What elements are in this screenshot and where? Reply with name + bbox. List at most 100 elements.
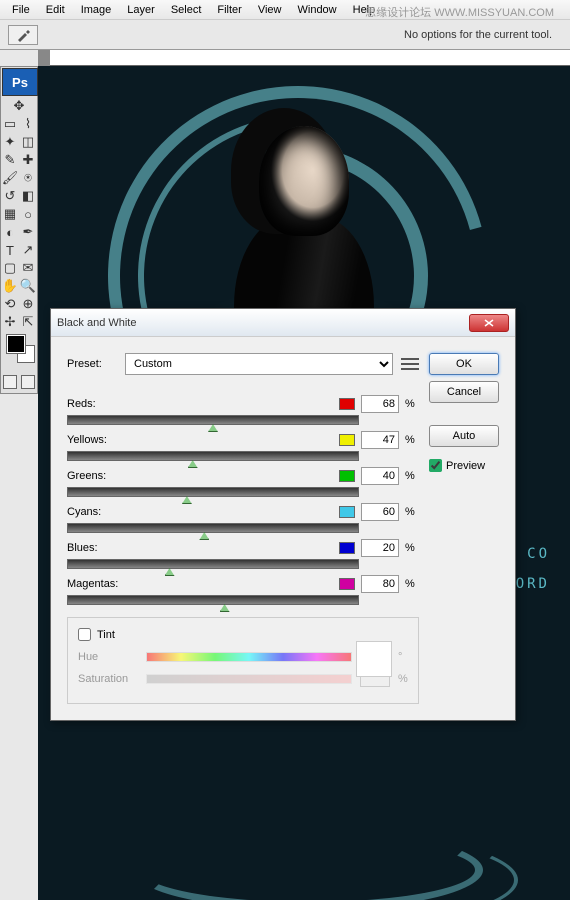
crop-tool[interactable]: ◫: [19, 133, 37, 151]
toolbox: Ps ✥ ▭⌇ ✦◫ ✎✚ 🖌⍟ ↺◧ ▦○ ◐✒ T↗ ▢✉ ✋🔍 ⟲⊕ ✢⇱: [0, 66, 38, 394]
color-swatch: [339, 398, 355, 410]
close-icon: [483, 318, 495, 328]
percent-label: %: [405, 470, 419, 482]
slider-value-input[interactable]: [361, 431, 399, 449]
slider-track[interactable]: [67, 487, 359, 497]
options-bar: No options for the current tool.: [0, 20, 570, 50]
saturation-label: Saturation: [78, 673, 138, 685]
slider-value-input[interactable]: [361, 467, 399, 485]
percent-label: %: [405, 434, 419, 446]
color-swatch: [339, 470, 355, 482]
preset-select[interactable]: Custom: [125, 353, 393, 375]
3d-orbit-tool[interactable]: ⊕: [19, 295, 37, 313]
slider-row-cyans: Cyans: %: [67, 503, 419, 533]
dodge-tool[interactable]: ◐: [1, 223, 19, 241]
tint-checkbox[interactable]: [78, 628, 91, 641]
percent-label: %: [405, 398, 419, 410]
ok-button[interactable]: OK: [429, 353, 499, 375]
pen-tool[interactable]: ✒: [19, 223, 37, 241]
history-tool[interactable]: ↺: [1, 187, 19, 205]
foreground-color[interactable]: [7, 335, 25, 353]
menu-window[interactable]: Window: [290, 2, 345, 18]
menu-filter[interactable]: Filter: [209, 2, 249, 18]
slider-track[interactable]: [67, 595, 359, 605]
slider-thumb[interactable]: [199, 532, 209, 540]
eraser-tool[interactable]: ◧: [19, 187, 37, 205]
zoom-tool[interactable]: 🔍: [19, 277, 37, 295]
slider-name: Blues:: [67, 542, 127, 554]
slider-value-input[interactable]: [361, 539, 399, 557]
wand-tool[interactable]: ✦: [1, 133, 19, 151]
ps-logo[interactable]: Ps: [2, 68, 38, 96]
menu-select[interactable]: Select: [163, 2, 210, 18]
slider-thumb[interactable]: [182, 496, 192, 504]
notes-tool[interactable]: ✉: [19, 259, 37, 277]
menu-file[interactable]: File: [4, 2, 38, 18]
slider-track[interactable]: [67, 559, 359, 569]
degree-symbol: °: [398, 651, 408, 663]
preset-menu-icon[interactable]: [401, 357, 419, 371]
menu-layer[interactable]: Layer: [119, 2, 163, 18]
move-tool[interactable]: ✥: [1, 97, 37, 115]
dialog-titlebar[interactable]: Black and White: [51, 309, 515, 337]
percent-label: %: [405, 578, 419, 590]
tint-preview-swatch: [356, 641, 392, 677]
preset-label: Preset:: [67, 358, 117, 370]
slider-value-input[interactable]: [361, 503, 399, 521]
slider-track[interactable]: [67, 415, 359, 425]
menubar: File Edit Image Layer Select Filter View…: [0, 0, 570, 20]
cancel-button[interactable]: Cancel: [429, 381, 499, 403]
marquee-tool[interactable]: ▭: [1, 115, 19, 133]
color-swatch: [339, 506, 355, 518]
stamp-tool[interactable]: ⍟: [19, 169, 37, 187]
path-tool[interactable]: ↗: [19, 241, 37, 259]
menu-image[interactable]: Image: [73, 2, 120, 18]
percent-symbol: %: [398, 673, 408, 685]
slider-thumb[interactable]: [208, 424, 218, 432]
blur-tool[interactable]: ○: [19, 205, 37, 223]
3d-walk-tool[interactable]: ⇱: [19, 313, 37, 331]
healing-tool[interactable]: ✚: [19, 151, 37, 169]
screen-mode: [1, 371, 37, 393]
hand-tool[interactable]: ✋: [1, 277, 19, 295]
percent-label: %: [405, 506, 419, 518]
slider-row-yellows: Yellows: %: [67, 431, 419, 461]
saturation-slider[interactable]: [146, 674, 352, 684]
slider-track[interactable]: [67, 451, 359, 461]
slider-name: Reds:: [67, 398, 127, 410]
3d-rotate-tool[interactable]: ⟲: [1, 295, 19, 313]
shape-tool[interactable]: ▢: [1, 259, 19, 277]
standard-mode[interactable]: [3, 375, 17, 389]
slider-thumb[interactable]: [188, 460, 198, 468]
slider-thumb[interactable]: [165, 568, 175, 576]
preview-label: Preview: [446, 460, 485, 472]
figure-head: [259, 126, 349, 236]
quickmask-mode[interactable]: [21, 375, 35, 389]
brush-tool[interactable]: 🖌: [1, 169, 19, 187]
slider-name: Magentas:: [67, 578, 127, 590]
watermark-text: 思缘设计论坛 WWW.MISSYUAN.COM: [357, 2, 562, 22]
auto-button[interactable]: Auto: [429, 425, 499, 447]
eyedropper-tool[interactable]: ✎: [1, 151, 19, 169]
slider-value-input[interactable]: [361, 395, 399, 413]
3d-pan-tool[interactable]: ✢: [1, 313, 19, 331]
black-white-dialog: Black and White Preset: Custom Reds: % Y…: [50, 308, 516, 721]
percent-label: %: [405, 542, 419, 554]
color-swatch: [339, 434, 355, 446]
slider-track[interactable]: [67, 523, 359, 533]
lasso-tool[interactable]: ⌇: [19, 115, 37, 133]
type-tool[interactable]: T: [1, 241, 19, 259]
hue-slider[interactable]: [146, 652, 352, 662]
canvas-floor-arc: [133, 830, 483, 900]
ruler-horizontal[interactable]: [38, 50, 570, 66]
slider-thumb[interactable]: [220, 604, 230, 612]
current-tool-icon[interactable]: [8, 25, 38, 45]
preview-checkbox[interactable]: [429, 459, 442, 472]
close-button[interactable]: [469, 314, 509, 332]
slider-value-input[interactable]: [361, 575, 399, 593]
gradient-tool[interactable]: ▦: [1, 205, 19, 223]
menu-view[interactable]: View: [250, 2, 290, 18]
slider-row-greens: Greens: %: [67, 467, 419, 497]
menu-edit[interactable]: Edit: [38, 2, 73, 18]
color-swatch: [339, 578, 355, 590]
